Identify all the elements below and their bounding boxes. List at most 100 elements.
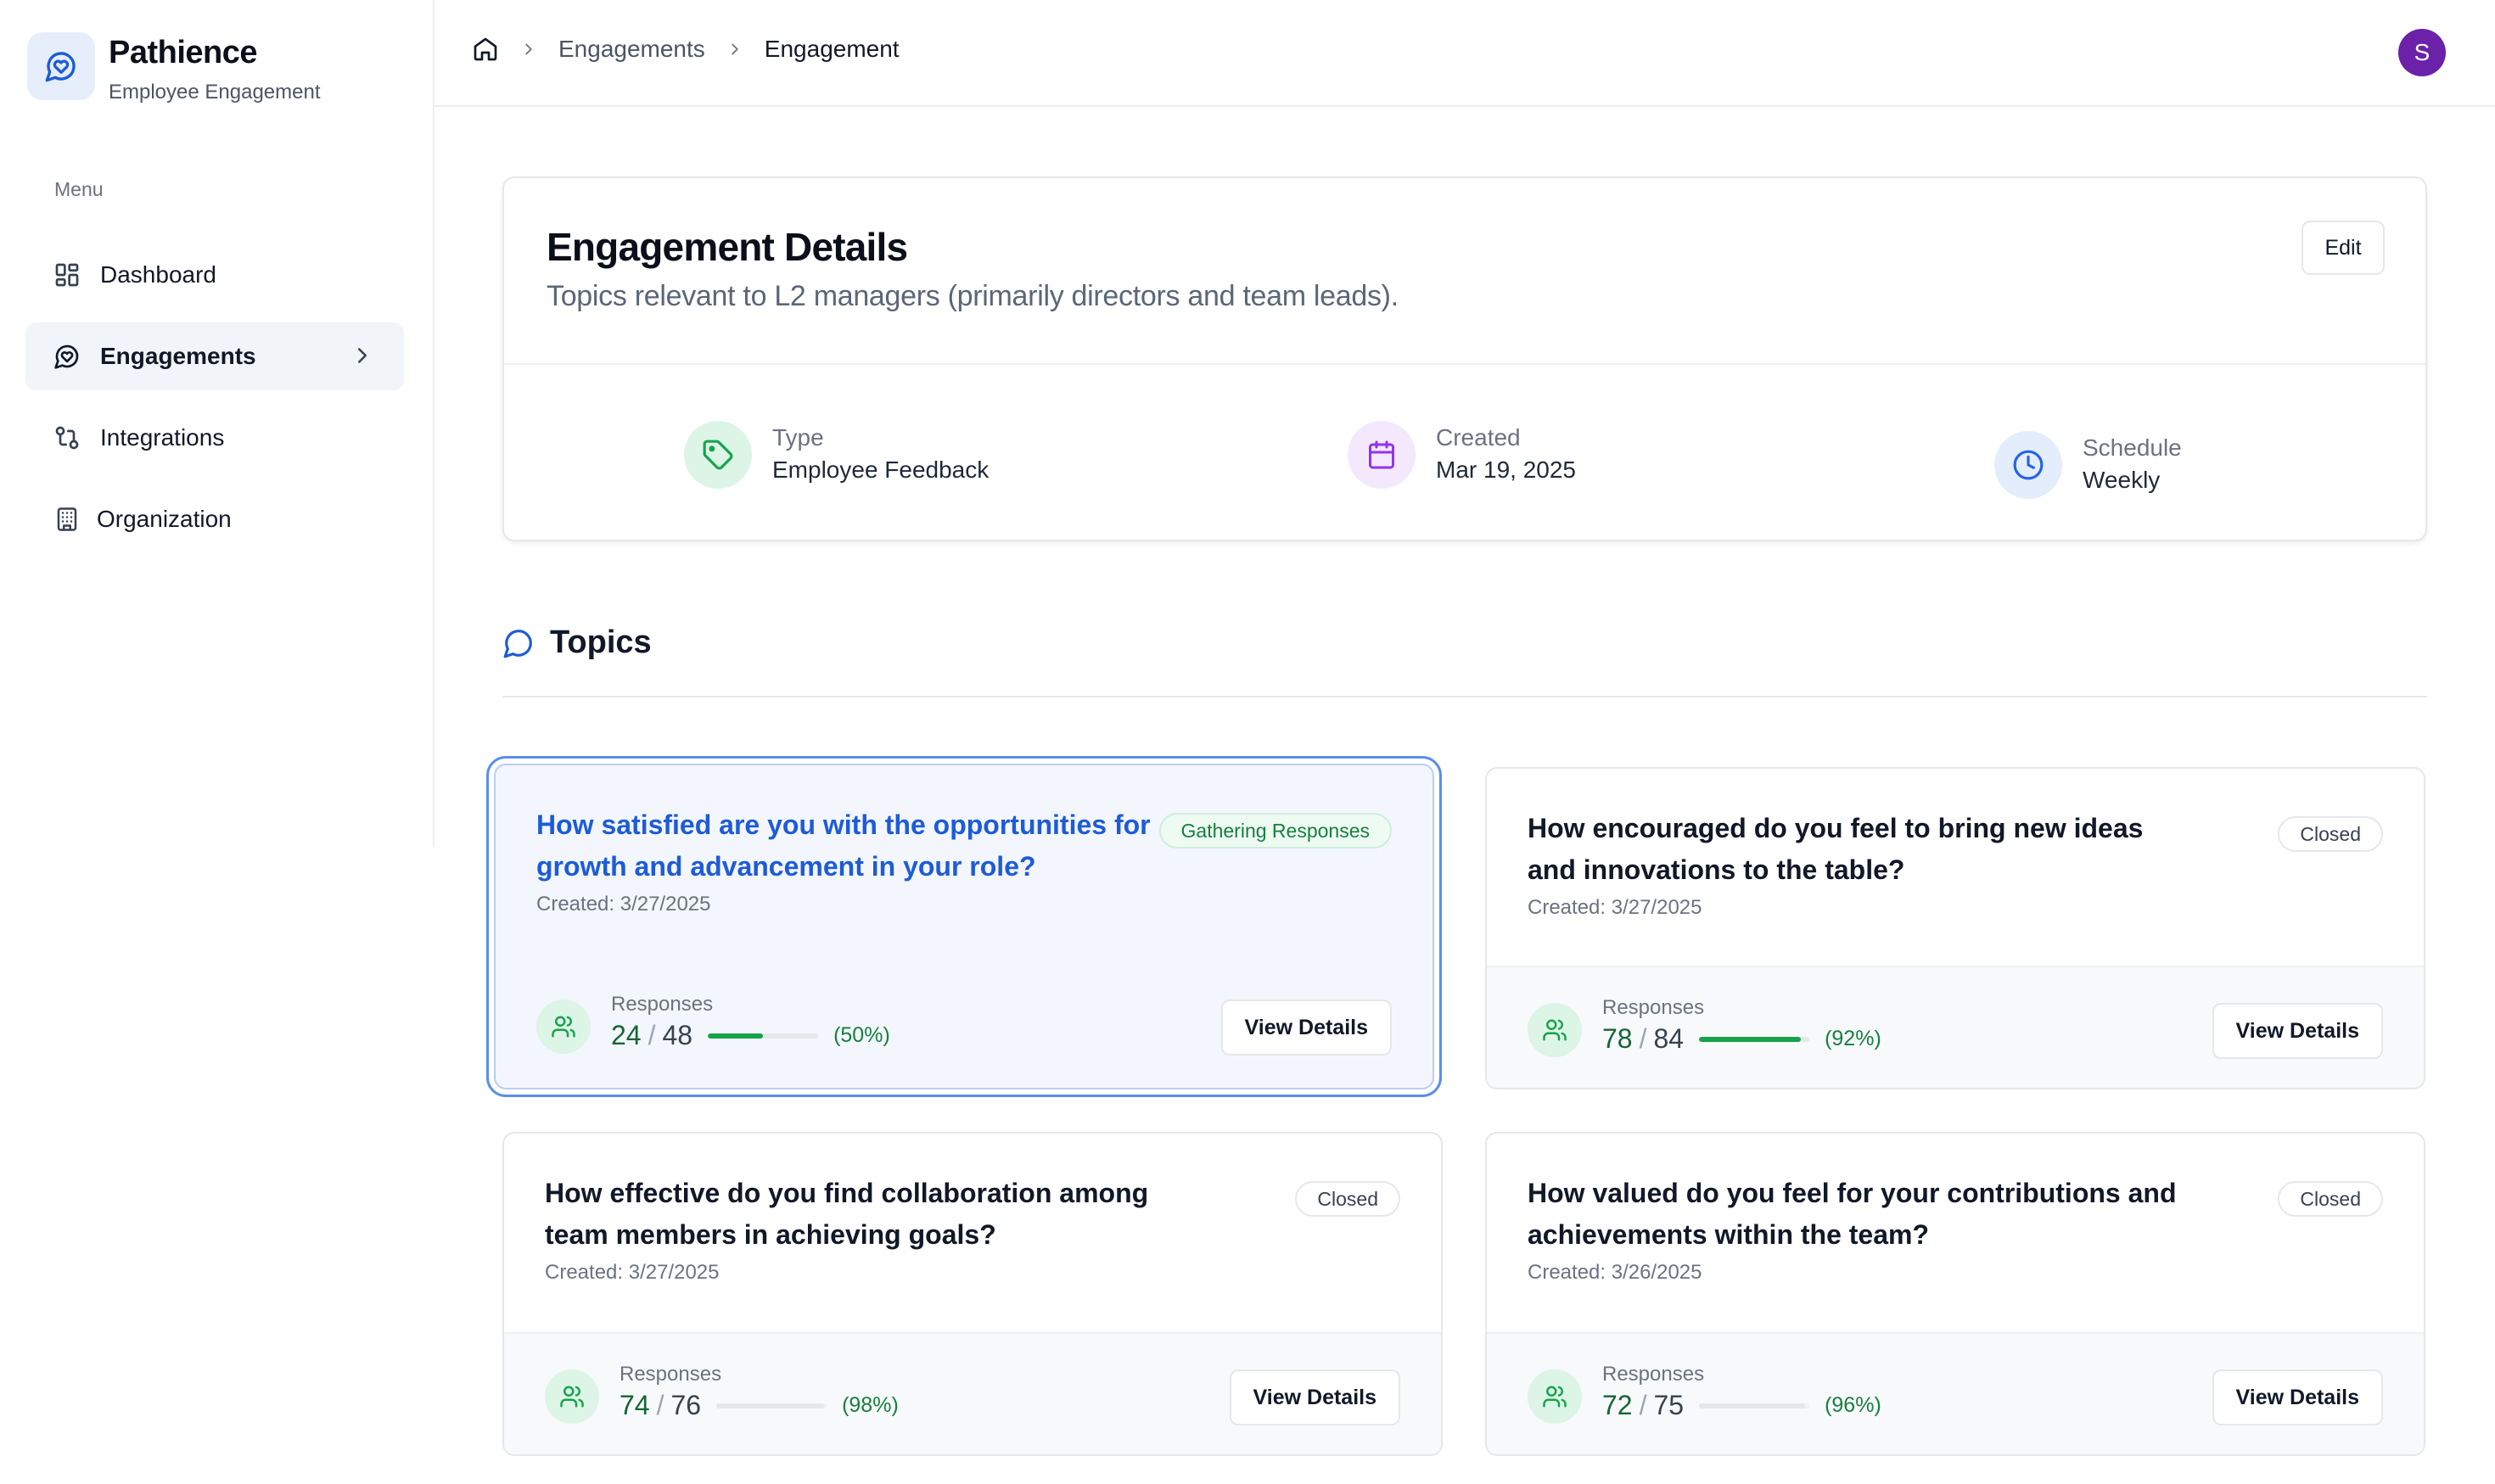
chevron-right-icon bbox=[350, 343, 375, 374]
topic-card-footer: Responses 72 / 75 (96%) View Details bbox=[1487, 1332, 2424, 1454]
topic-created-date: Created: 3/27/2025 bbox=[545, 1261, 720, 1284]
clock-icon bbox=[1994, 431, 2062, 499]
topic-card[interactable]: How satisfied are you with the opportuni… bbox=[486, 756, 1442, 1097]
chevron-right-icon bbox=[726, 40, 744, 59]
sidebar-nav: Dashboard Engagements Integrations Organ… bbox=[25, 241, 404, 567]
meta-value: Mar 19, 2025 bbox=[1436, 456, 1576, 483]
sidebar: Pathience Employee Engagement Menu Dashb… bbox=[0, 0, 435, 847]
brand[interactable]: Pathience Employee Engagement bbox=[27, 32, 321, 105]
view-details-button[interactable]: View Details bbox=[2212, 1003, 2383, 1059]
divider bbox=[502, 696, 2427, 697]
responses-received: 24 bbox=[611, 1020, 642, 1050]
responses-total: 75 bbox=[1653, 1390, 1685, 1420]
responses-label: Responses bbox=[1602, 1363, 1705, 1386]
breadcrumb-engagements[interactable]: Engagements bbox=[558, 36, 705, 63]
sidebar-item-integrations[interactable]: Integrations bbox=[25, 404, 404, 472]
menu-label: Menu bbox=[54, 178, 104, 200]
engagement-description: Topics relevant to L2 managers (primaril… bbox=[547, 280, 1399, 312]
responses-percent: (98%) bbox=[842, 1393, 899, 1417]
dashboard-grid-icon bbox=[53, 260, 81, 289]
tag-icon bbox=[684, 421, 752, 489]
topic-card[interactable]: How encouraged do you feel to bring new … bbox=[1485, 767, 2425, 1089]
breadcrumb-current: Engagement bbox=[764, 36, 900, 62]
topic-created-date: Created: 3/26/2025 bbox=[1528, 1261, 1702, 1284]
view-details-button[interactable]: View Details bbox=[1229, 1369, 1400, 1425]
meta-label: Created bbox=[1436, 424, 1521, 451]
progress-bar bbox=[708, 1033, 819, 1039]
calendar-icon bbox=[1348, 421, 1416, 489]
progress-fill bbox=[708, 1033, 764, 1039]
slash-separator: / bbox=[648, 1020, 656, 1050]
progress-bar bbox=[716, 1403, 827, 1408]
topic-title[interactable]: How valued do you feel for your contribu… bbox=[1528, 1173, 2189, 1256]
responses-total: 84 bbox=[1653, 1023, 1685, 1054]
topic-title[interactable]: How effective do you find collaboration … bbox=[545, 1173, 1207, 1256]
topic-card-footer: Responses 74 / 76 (98%) View Details bbox=[504, 1332, 1441, 1454]
status-badge: Closed bbox=[1295, 1181, 1400, 1217]
progress-fill bbox=[716, 1403, 825, 1408]
status-badge: Gathering Responses bbox=[1158, 813, 1392, 848]
sidebar-item-organization[interactable]: Organization bbox=[25, 485, 404, 553]
users-icon bbox=[545, 1369, 599, 1424]
message-heart-icon bbox=[53, 342, 81, 371]
sidebar-item-label: Dashboard bbox=[100, 261, 216, 288]
responses-percent: (92%) bbox=[1825, 1027, 1881, 1050]
app-root: Pathience Employee Engagement Menu Dashb… bbox=[0, 0, 2495, 1484]
edit-button[interactable]: Edit bbox=[2302, 221, 2385, 275]
progress-fill bbox=[1699, 1036, 1801, 1042]
responses-count: 72 / 75 (96%) bbox=[1602, 1390, 1881, 1421]
responses-received: 78 bbox=[1602, 1023, 1633, 1054]
brand-subtitle: Employee Engagement bbox=[109, 81, 321, 104]
topic-title[interactable]: How encouraged do you feel to bring new … bbox=[1528, 808, 2189, 891]
responses-total: 48 bbox=[662, 1020, 693, 1050]
chevron-right-icon bbox=[519, 40, 538, 59]
slash-separator: / bbox=[656, 1390, 664, 1420]
view-details-button[interactable]: View Details bbox=[2212, 1369, 2383, 1425]
message-circle-icon bbox=[502, 627, 535, 659]
status-badge: Closed bbox=[2278, 816, 2383, 852]
users-icon bbox=[536, 1000, 591, 1054]
building-icon bbox=[53, 505, 81, 534]
meta-label: Type bbox=[772, 424, 824, 451]
breadcrumb: Engagements Engagement bbox=[472, 36, 900, 63]
topic-created-date: Created: 3/27/2025 bbox=[536, 893, 711, 916]
responses-label: Responses bbox=[1602, 996, 1705, 1019]
sidebar-item-dashboard[interactable]: Dashboard bbox=[25, 241, 404, 309]
topics-title: Topics bbox=[550, 624, 652, 660]
meta-value: Employee Feedback bbox=[772, 456, 990, 483]
slash-separator: / bbox=[1639, 1023, 1647, 1054]
responses-label: Responses bbox=[611, 993, 714, 1016]
sidebar-item-engagements[interactable]: Engagements bbox=[25, 322, 404, 390]
users-icon bbox=[1528, 1003, 1582, 1057]
topic-card[interactable]: How valued do you feel for your contribu… bbox=[1485, 1132, 2425, 1456]
engagement-details-card: Engagement Details Topics relevant to L2… bbox=[502, 176, 2427, 541]
brand-logo-icon bbox=[27, 32, 95, 100]
responses-received: 74 bbox=[620, 1390, 650, 1420]
responses-count: 24 / 48 (50%) bbox=[611, 1020, 890, 1051]
meta-label: Schedule bbox=[2083, 434, 2182, 461]
progress-bar bbox=[1699, 1403, 1810, 1408]
topic-card[interactable]: How effective do you find collaboration … bbox=[502, 1132, 1443, 1456]
avatar[interactable]: S bbox=[2398, 29, 2446, 76]
meta-type: Type Employee Feedback bbox=[684, 421, 989, 489]
topic-title[interactable]: How satisfied are you with the opportuni… bbox=[536, 804, 1198, 888]
responses-label: Responses bbox=[620, 1363, 722, 1386]
status-badge: Closed bbox=[2278, 1181, 2383, 1217]
home-icon[interactable] bbox=[472, 36, 499, 63]
responses-received: 72 bbox=[1602, 1390, 1633, 1420]
meta-value: Weekly bbox=[2083, 467, 2161, 493]
responses-count: 78 / 84 (92%) bbox=[1602, 1023, 1881, 1055]
topic-card-footer: Responses 78 / 84 (92%) View Details bbox=[1487, 966, 2424, 1088]
slash-separator: / bbox=[1639, 1390, 1647, 1420]
topbar: Engagements Engagement S bbox=[435, 0, 2495, 107]
responses-percent: (96%) bbox=[1825, 1393, 1881, 1417]
meta-created: Created Mar 19, 2025 bbox=[1348, 421, 1576, 489]
view-details-button[interactable]: View Details bbox=[1220, 1000, 1392, 1056]
git-compare-icon bbox=[53, 423, 81, 452]
divider bbox=[504, 363, 2425, 365]
brand-name: Pathience bbox=[109, 35, 258, 70]
sidebar-item-label: Engagements bbox=[100, 343, 256, 369]
topic-created-date: Created: 3/27/2025 bbox=[1528, 896, 1702, 919]
progress-bar bbox=[1699, 1036, 1810, 1042]
meta-schedule: Schedule Weekly bbox=[1994, 431, 2182, 499]
